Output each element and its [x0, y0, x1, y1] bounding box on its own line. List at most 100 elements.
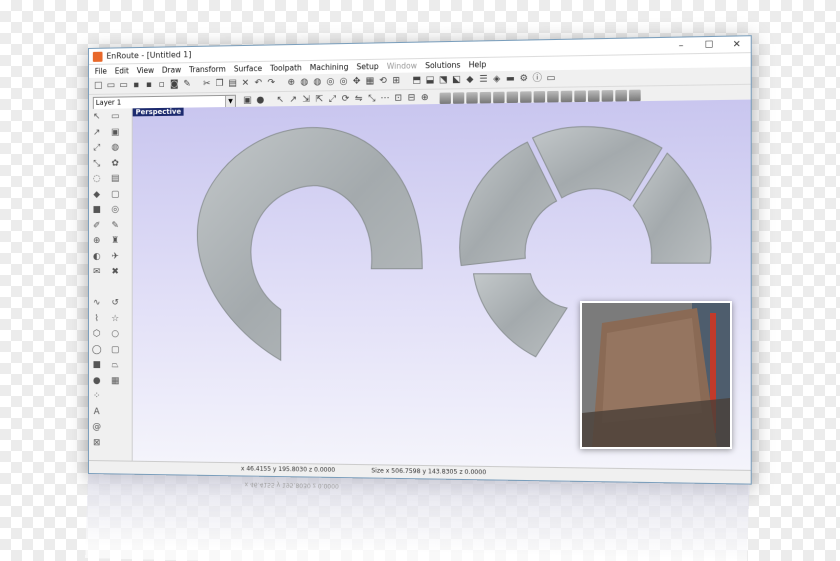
bezier-icon[interactable]: ∿ — [91, 297, 103, 309]
view-front-icon[interactable]: ⬓ — [424, 75, 435, 86]
menu-window[interactable]: Window — [383, 61, 421, 71]
move-icon[interactable]: ⇲ — [301, 94, 312, 105]
layer-settings-icon[interactable]: ▣ — [242, 95, 253, 106]
save-as-icon[interactable]: ▪ — [143, 79, 154, 90]
table-icon[interactable]: ▤ — [109, 173, 121, 185]
envelope-icon[interactable]: ✉ — [91, 266, 103, 278]
trapezoid-icon[interactable]: ⏢ — [109, 359, 121, 371]
warp-icon[interactable]: ⤡ — [366, 93, 377, 104]
cone-blank-whole[interactable] — [197, 126, 422, 361]
surface-flip-icon[interactable] — [615, 89, 627, 101]
menu-file[interactable]: File — [91, 67, 111, 76]
sphere-icon[interactable]: ● — [91, 375, 103, 387]
menu-solutions[interactable]: Solutions — [421, 60, 465, 70]
tool-library-icon[interactable]: ⚙ — [518, 73, 529, 85]
copy-icon[interactable]: ❐ — [214, 78, 225, 89]
menu-surface[interactable]: Surface — [230, 64, 266, 74]
minimize-button[interactable]: – — [667, 40, 695, 51]
rotate-icon[interactable]: ⟳ — [340, 94, 351, 105]
cone-segment-top-left[interactable] — [460, 142, 557, 266]
surface-cut-icon[interactable] — [561, 90, 573, 102]
wand-icon[interactable]: ✐ — [91, 219, 103, 231]
lasso-icon[interactable]: ◌ — [91, 173, 103, 185]
cut-icon[interactable]: ✂ — [201, 78, 212, 89]
delete-icon[interactable]: ✕ — [240, 78, 251, 89]
view-top-icon[interactable]: ⬒ — [411, 75, 422, 86]
layers-icon[interactable]: ☰ — [478, 74, 489, 86]
zoom-out-icon[interactable]: ◍ — [312, 77, 323, 88]
menu-setup[interactable]: Setup — [352, 62, 382, 72]
transform-icon[interactable]: ⤢ — [91, 142, 103, 154]
surface-bevel-icon[interactable] — [534, 91, 545, 103]
fill-icon[interactable]: ◐ — [91, 250, 103, 262]
scale-icon[interactable]: ⤢ — [327, 94, 338, 105]
surface-emboss-icon[interactable] — [493, 91, 504, 103]
menu-transform[interactable]: Transform — [185, 64, 230, 74]
measure-icon[interactable]: ▭ — [545, 73, 556, 85]
spray-icon[interactable]: ✈ — [109, 250, 121, 262]
open-icon[interactable]: ▭ — [118, 80, 129, 91]
zoom-window-icon[interactable]: ◎ — [325, 76, 336, 87]
menu-machining[interactable]: Machining — [306, 62, 353, 72]
layer-color-icon[interactable]: ● — [255, 95, 266, 106]
surface-smooth-icon[interactable] — [520, 91, 531, 103]
polygon-icon[interactable]: ⬡ — [91, 328, 103, 340]
close-button[interactable]: ✕ — [723, 39, 751, 50]
ungroup-icon[interactable]: ⊟ — [406, 92, 417, 103]
surface-sweep-icon[interactable] — [453, 92, 464, 104]
menu-help[interactable]: Help — [465, 60, 491, 70]
group-icon[interactable]: ⊡ — [393, 93, 404, 104]
chevron-down-icon[interactable]: ▼ — [225, 95, 235, 106]
polyline-icon[interactable]: ⌇ — [91, 313, 103, 325]
merge-icon[interactable]: ⊕ — [91, 235, 103, 247]
open-folder-icon[interactable]: ▭ — [105, 80, 116, 91]
points-icon[interactable]: ⁘ — [91, 390, 103, 402]
color-icon[interactable]: ◍ — [109, 142, 121, 154]
surface-extra-icon[interactable] — [629, 89, 641, 101]
surface-image-icon[interactable] — [574, 90, 586, 102]
circle-icon[interactable]: ○ — [109, 328, 121, 340]
cone-segment-top[interactable] — [533, 126, 662, 201]
mirror-icon[interactable]: ⇋ — [353, 93, 364, 104]
scale-icon[interactable]: ⤡ — [91, 157, 103, 169]
node-edit-icon[interactable]: ↗ — [288, 94, 299, 105]
star-icon[interactable]: ☆ — [109, 313, 121, 325]
plate-icon[interactable]: ▬ — [505, 73, 516, 85]
surface-fade-icon[interactable] — [588, 90, 600, 102]
node-icon[interactable]: ↗ — [91, 126, 103, 138]
pan-icon[interactable]: ✥ — [351, 76, 362, 87]
paste-icon[interactable]: ▤ — [227, 78, 238, 89]
weld-icon[interactable]: ⊕ — [419, 92, 430, 103]
undo-icon[interactable]: ↶ — [253, 78, 264, 89]
zoom-select-icon[interactable]: ◎ — [338, 76, 349, 87]
pointer-icon[interactable]: ↖ — [91, 111, 103, 123]
cone-segment-bottom[interactable] — [474, 274, 567, 357]
new-file-icon[interactable]: □ — [93, 80, 104, 91]
render-icon[interactable]: ◆ — [464, 74, 475, 86]
frame-icon[interactable]: ▢ — [109, 188, 121, 200]
import-icon[interactable]: ▫ — [156, 79, 167, 90]
offset-icon[interactable]: ⊠ — [91, 437, 103, 449]
view-side-icon[interactable]: ⬔ — [438, 75, 449, 87]
grid-tool-icon[interactable]: ▦ — [109, 375, 121, 387]
snap-icon[interactable]: ⊞ — [391, 75, 402, 86]
surface-revolve-icon[interactable] — [480, 91, 491, 103]
align-icon[interactable]: ⇱ — [314, 94, 325, 105]
surface-reset-icon[interactable] — [602, 90, 614, 102]
cross-icon[interactable]: ✖ — [109, 266, 121, 278]
menu-edit[interactable]: Edit — [111, 66, 133, 75]
pen-icon[interactable]: ✎ — [109, 219, 121, 231]
view-icon[interactable]: ▭ — [109, 111, 121, 123]
info-icon[interactable]: ⓘ — [532, 73, 543, 85]
redo-icon[interactable]: ↷ — [266, 77, 277, 88]
block-icon[interactable]: ■ — [91, 204, 103, 216]
camera-icon[interactable]: ◙ — [169, 79, 180, 90]
shape-icon[interactable]: ◆ — [91, 188, 103, 200]
zoom-fit-icon[interactable]: ⊕ — [286, 77, 297, 88]
pencil-icon[interactable]: ✎ — [182, 79, 193, 90]
menu-toolpath[interactable]: Toolpath — [266, 63, 306, 73]
save-icon[interactable]: ▪ — [131, 80, 142, 91]
mold-icon[interactable]: ♜ — [109, 235, 121, 247]
grid-icon[interactable]: ▦ — [364, 76, 375, 87]
array-icon[interactable]: ⋯ — [379, 93, 390, 104]
